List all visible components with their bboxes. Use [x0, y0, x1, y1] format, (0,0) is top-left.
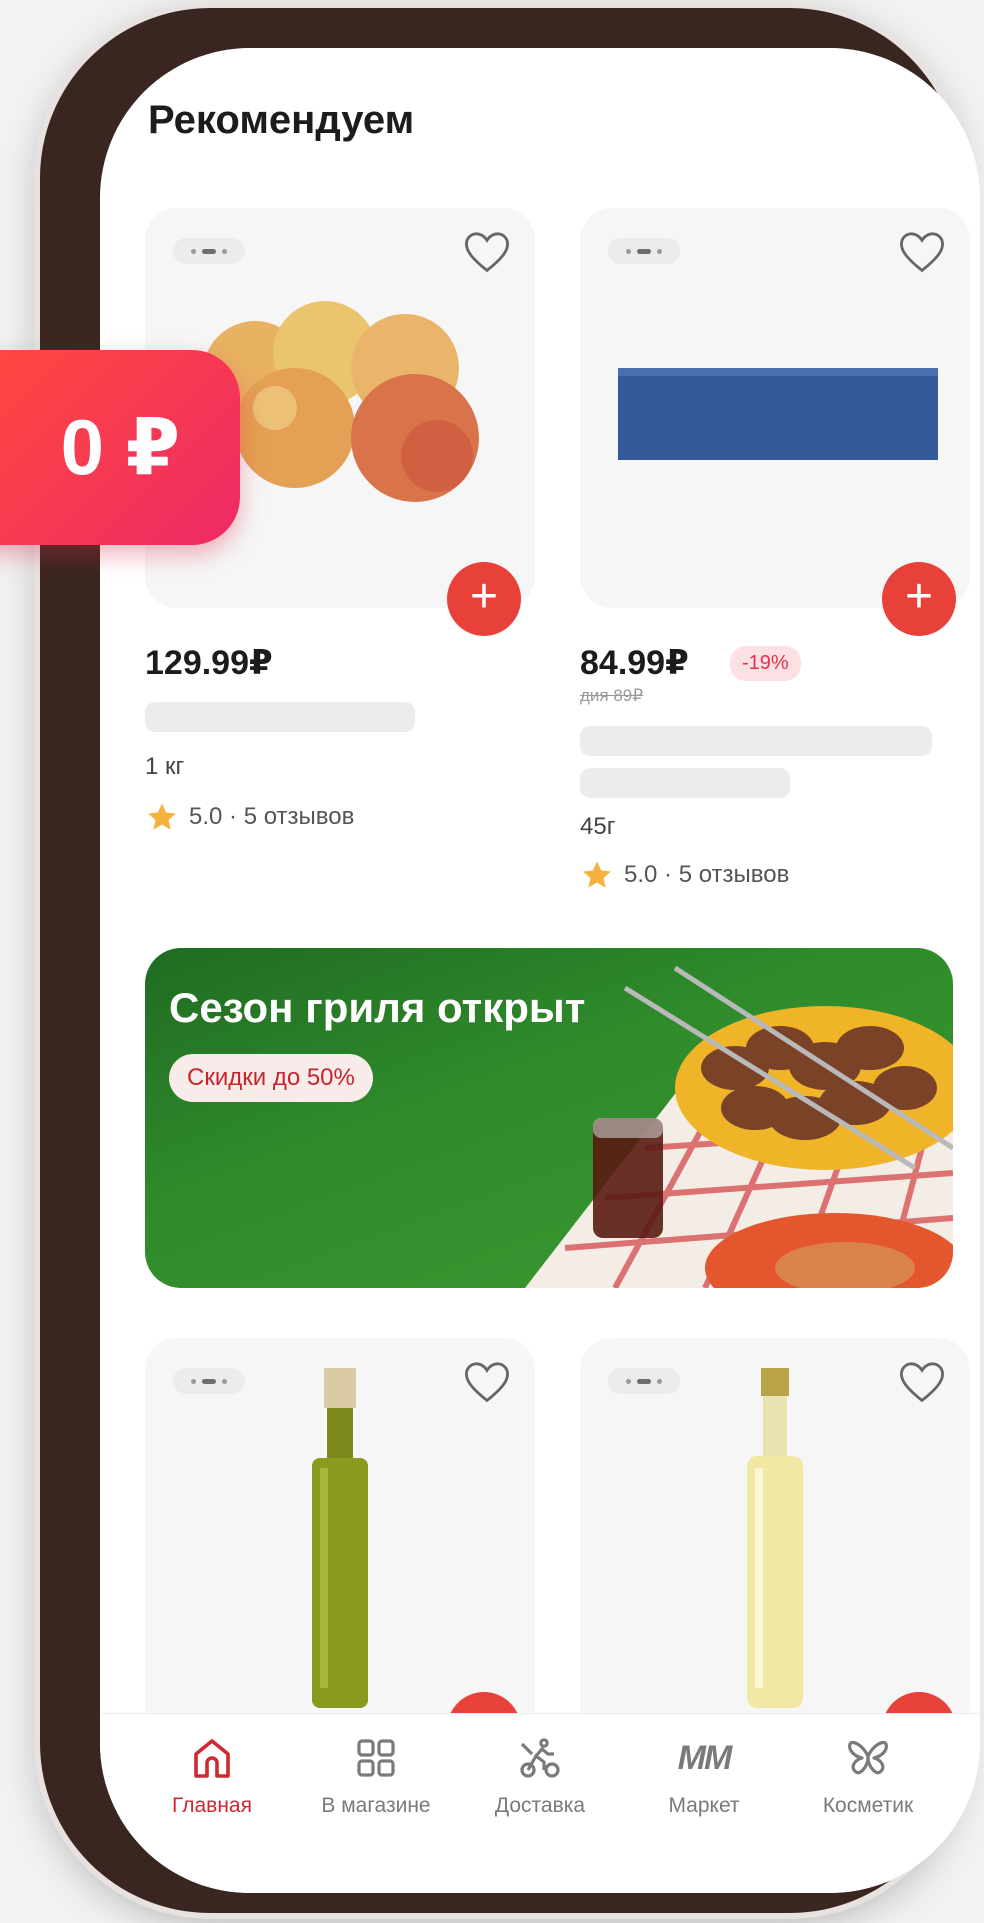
sunflower-oil-bottle-image: [747, 1368, 803, 1708]
product-image-sunflower-oil: +: [580, 1338, 970, 1766]
old-price: дия 89₽: [580, 686, 644, 705]
star-icon: [148, 803, 176, 830]
nav-item-in-store[interactable]: В магазине: [306, 1734, 446, 1893]
product-card-olive-oil[interactable]: +: [145, 1338, 535, 1766]
nav-item-cosmetics[interactable]: Косметик: [798, 1734, 938, 1893]
butterfly-icon: [848, 1740, 888, 1775]
star-icon: [583, 861, 611, 888]
olive-oil-bottle-image: [312, 1368, 368, 1708]
promo-banner-grill[interactable]: Сезон гриля открыт Скидки до 50%: [145, 948, 953, 1288]
delivery-icon: [520, 1738, 560, 1778]
product-card-box[interactable]: + 84.99₽ -19% дия 89₽ 45г 5.0 · 5 отзыво…: [580, 208, 970, 888]
product-price: 84.99₽: [580, 644, 689, 682]
rating-text: 5.0 · 5 отзывов: [624, 861, 790, 888]
product-image-box: +: [580, 208, 970, 636]
favorite-heart-icon[interactable]: [461, 1356, 513, 1408]
promo-price-badge: 0 ₽: [0, 350, 240, 545]
product-weight: 45г: [580, 813, 616, 840]
section-title: Рекомендуем: [148, 98, 415, 142]
nav-label: В магазине: [321, 1794, 431, 1817]
image-carousel-dots: [608, 1368, 680, 1394]
grid-icon: [357, 1739, 395, 1777]
banner-discount-pill: Скидки до 50%: [169, 1054, 373, 1102]
nav-label: Доставка: [494, 1794, 586, 1817]
discount-badge: -19%: [730, 646, 801, 681]
favorite-heart-icon[interactable]: [896, 226, 948, 278]
phone-frame: Рекомендуем + 129.99₽ 1 кг 5.0 · 5 отзыв…: [40, 8, 980, 1913]
nav-label: Главная: [172, 1794, 252, 1817]
product-image-olive-oil: +: [145, 1338, 535, 1766]
image-carousel-dots: [173, 238, 245, 264]
product-name-placeholder: [145, 702, 415, 732]
blue-box-image: [618, 368, 938, 460]
bottom-navigation: Главная В магазине Доставка ММ Маркет Ко…: [100, 1713, 980, 1893]
product-name-placeholder: [580, 726, 932, 756]
rating-text: 5.0 · 5 отзывов: [189, 803, 355, 830]
product-weight: 1 кг: [145, 753, 185, 780]
add-to-cart-button[interactable]: +: [447, 562, 521, 636]
nav-label: Маркет: [668, 1794, 740, 1817]
product-rating: 5.0 · 5 отзывов: [145, 800, 354, 834]
nav-item-delivery[interactable]: Доставка: [470, 1734, 610, 1893]
nav-item-market[interactable]: ММ Маркет: [634, 1734, 774, 1893]
favorite-heart-icon[interactable]: [896, 1356, 948, 1408]
image-carousel-dots: [173, 1368, 245, 1394]
nav-label: Косметик: [822, 1794, 914, 1817]
product-card-sunflower-oil[interactable]: +: [580, 1338, 970, 1766]
add-to-cart-button[interactable]: +: [882, 562, 956, 636]
nav-item-home[interactable]: Главная: [142, 1734, 282, 1893]
home-icon: [194, 1739, 230, 1778]
image-carousel-dots: [608, 238, 680, 264]
product-rating: 5.0 · 5 отзывов: [580, 858, 789, 892]
favorite-heart-icon[interactable]: [461, 226, 513, 278]
market-icon: ММ: [677, 1739, 733, 1777]
app-screen: Рекомендуем + 129.99₽ 1 кг 5.0 · 5 отзыв…: [100, 48, 980, 1893]
product-price: 129.99₽: [145, 644, 273, 682]
product-name-placeholder: [580, 768, 790, 798]
banner-title: Сезон гриля открыт: [169, 984, 586, 1031]
